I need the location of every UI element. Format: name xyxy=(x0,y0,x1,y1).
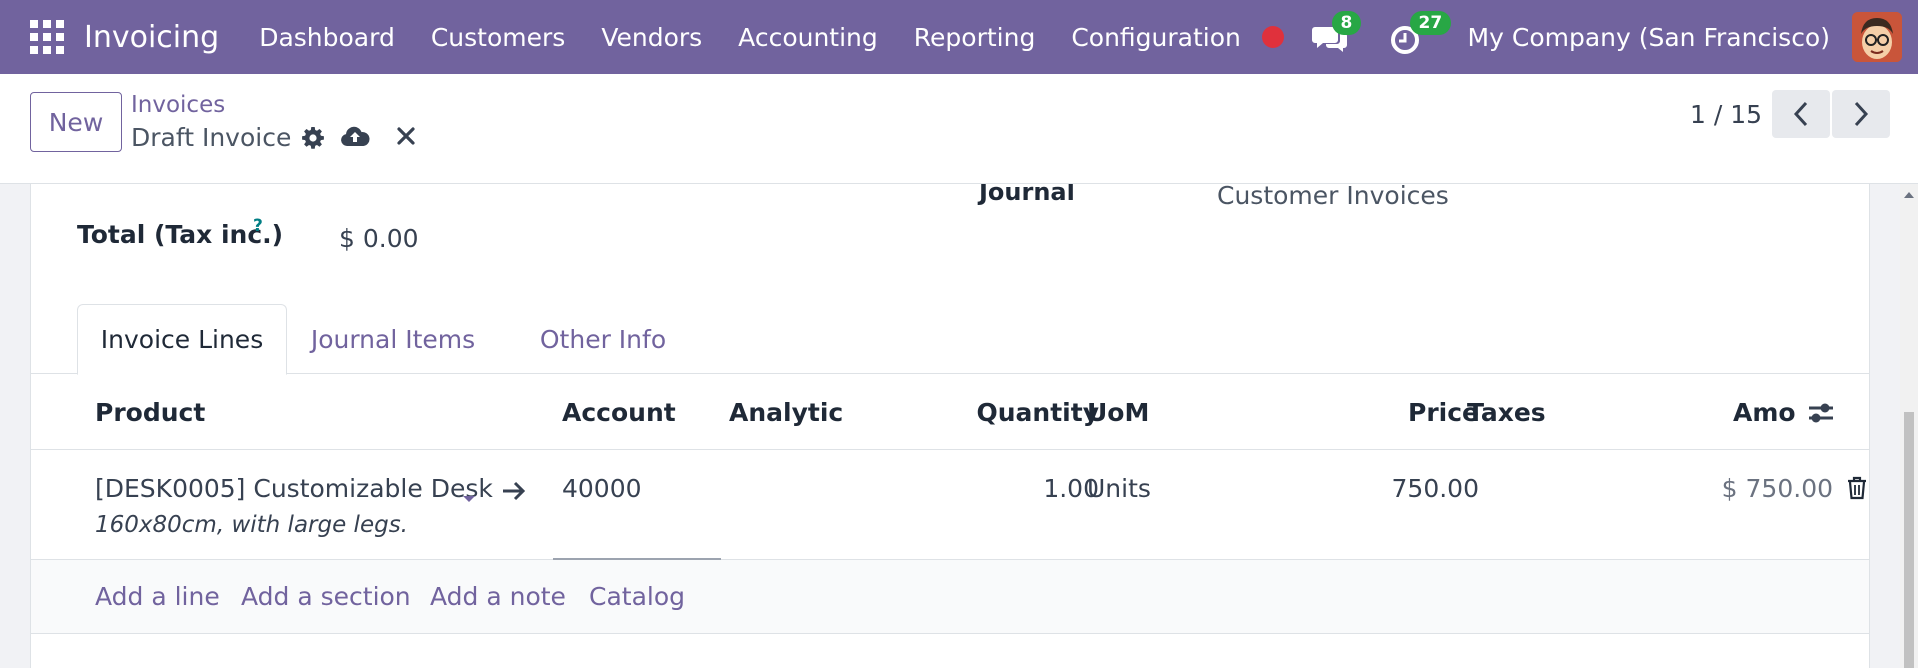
col-quantity[interactable]: Quantity xyxy=(977,398,1100,427)
arrow-right-icon[interactable] xyxy=(501,480,527,506)
top-navbar: Invoicing Dashboard Customers Vendors Ac… xyxy=(0,0,1918,74)
col-amount[interactable]: Amou xyxy=(1733,398,1797,427)
add-line-link[interactable]: Add a line xyxy=(95,582,220,611)
add-row-links: Add a line Add a section Add a note Cata… xyxy=(31,560,1869,634)
page-scrollbar[interactable] xyxy=(1900,184,1918,668)
avatar[interactable] xyxy=(1852,12,1902,62)
form-sheet: Journal Customer Invoices Total (Tax inc… xyxy=(30,184,1870,668)
menu-configuration[interactable]: Configuration xyxy=(1071,23,1241,52)
messages-badge: 8 xyxy=(1331,11,1362,35)
tab-journal-items[interactable]: Journal Items xyxy=(293,304,493,374)
catalog-link[interactable]: Catalog xyxy=(589,582,685,611)
menu-accounting[interactable]: Accounting xyxy=(738,23,878,52)
pager-value[interactable]: 1 / 15 xyxy=(1690,100,1762,129)
pager-next-button[interactable] xyxy=(1832,90,1890,138)
price-field[interactable]: 750.00 xyxy=(1392,474,1479,503)
uom-field[interactable]: Units xyxy=(1087,474,1151,503)
app-name[interactable]: Invoicing xyxy=(84,20,219,55)
caret-down-icon[interactable] xyxy=(462,488,476,507)
add-section-link[interactable]: Add a section xyxy=(241,582,411,611)
tab-other-info[interactable]: Other Info xyxy=(513,304,693,374)
amount-value: $ 750.00 xyxy=(1721,474,1833,503)
column-settings-icon[interactable] xyxy=(1807,400,1835,430)
product-description[interactable]: 160x80cm, with large legs. xyxy=(95,512,408,538)
close-icon[interactable] xyxy=(396,126,416,150)
table-row[interactable]: [DESK0005] Customizable Desk 160x80cm, w… xyxy=(31,450,1869,560)
menu-customers[interactable]: Customers xyxy=(431,23,565,52)
chevron-left-icon xyxy=(1793,101,1808,127)
activities-button[interactable]: 27 xyxy=(1390,11,1452,57)
menu-dashboard[interactable]: Dashboard xyxy=(259,23,395,52)
breadcrumb-current: Draft Invoice xyxy=(131,123,325,152)
table-header: Product Account Analytic Quantity UoM Pr… xyxy=(31,374,1869,450)
col-taxes[interactable]: Taxes xyxy=(1467,398,1546,427)
record-name: Draft Invoice xyxy=(131,123,292,152)
col-product[interactable]: Product xyxy=(95,398,205,427)
product-field[interactable]: [DESK0005] Customizable Desk xyxy=(95,474,493,503)
menu-reporting[interactable]: Reporting xyxy=(914,23,1036,52)
notebook-tabs: Invoice Lines Journal Items Other Info xyxy=(31,304,1869,375)
help-tooltip-icon[interactable]: ? xyxy=(253,216,263,236)
total-value: $ 0.00 xyxy=(339,224,419,253)
col-uom[interactable]: UoM xyxy=(1087,398,1149,427)
company-switcher[interactable]: My Company (San Francisco) xyxy=(1468,23,1830,52)
apps-grid-icon[interactable] xyxy=(30,20,64,54)
scroll-up-icon[interactable] xyxy=(1900,188,1918,202)
account-field[interactable]: 40000 xyxy=(562,474,642,503)
messages-button[interactable]: 8 xyxy=(1311,11,1362,57)
journal-label: Journal xyxy=(979,184,1075,206)
scrollbar-thumb[interactable] xyxy=(1904,412,1914,668)
gear-icon[interactable] xyxy=(301,126,325,150)
col-analytic[interactable]: Analytic xyxy=(729,398,843,427)
new-button[interactable]: New xyxy=(30,92,122,152)
breadcrumb-invoices[interactable]: Invoices xyxy=(131,92,225,118)
menu-vendors[interactable]: Vendors xyxy=(601,23,702,52)
cloud-upload-icon[interactable] xyxy=(340,124,370,152)
chevron-right-icon xyxy=(1854,101,1869,127)
control-panel: New Invoices Draft Invoice 1 / 15 xyxy=(0,74,1918,184)
col-account[interactable]: Account xyxy=(562,398,676,427)
tab-invoice-lines[interactable]: Invoice Lines xyxy=(77,304,287,375)
journal-field[interactable]: Customer Invoices xyxy=(1217,184,1449,210)
pager-previous-button[interactable] xyxy=(1772,90,1830,138)
activities-badge: 27 xyxy=(1409,11,1452,35)
add-note-link[interactable]: Add a note xyxy=(430,582,566,611)
trash-icon[interactable] xyxy=(1847,476,1867,504)
record-indicator[interactable] xyxy=(1261,26,1284,48)
